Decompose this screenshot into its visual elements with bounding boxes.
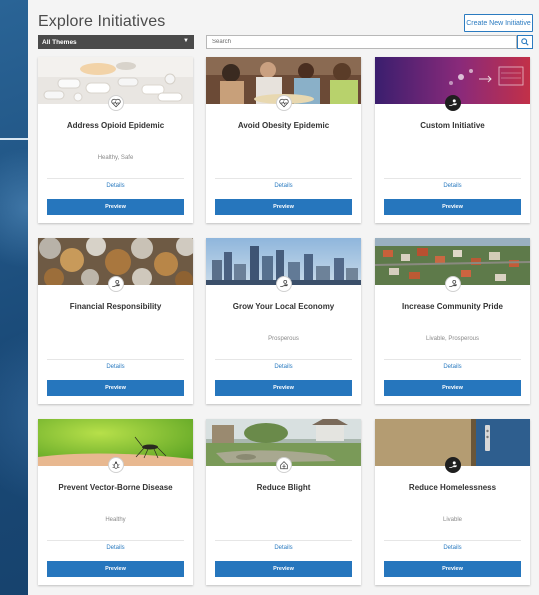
card-divider — [384, 178, 521, 179]
details-link[interactable]: Details — [38, 183, 193, 189]
preview-button[interactable]: Preview — [215, 199, 352, 215]
card-tags: Livable — [442, 517, 462, 523]
hand-money-icon — [108, 276, 124, 292]
preview-button[interactable]: Preview — [47, 199, 184, 215]
card-divider — [384, 359, 521, 360]
create-new-initiative-button[interactable]: Create New Initiative — [464, 14, 533, 32]
theme-dropdown-value: All Themes — [42, 38, 77, 46]
details-link[interactable]: Details — [375, 364, 530, 370]
details-link[interactable]: Details — [38, 364, 193, 370]
preview-button[interactable]: Preview — [47, 380, 184, 396]
initiatives-panel: Explore Initiatives Create New Initiativ… — [28, 0, 539, 595]
card-title: Grow Your Local Economy — [232, 302, 335, 311]
card-divider — [47, 359, 184, 360]
card-divider — [47, 178, 184, 179]
card-divider — [215, 359, 352, 360]
house-icon — [276, 457, 292, 473]
initiative-card-custom-initiative: Custom Initiative Details Preview — [375, 57, 530, 223]
preview-button[interactable]: Preview — [215, 561, 352, 577]
details-link[interactable]: Details — [375, 183, 530, 189]
card-title: Increase Community Pride — [402, 302, 503, 311]
card-divider — [215, 540, 352, 541]
page-header: Explore Initiatives Create New Initiativ… — [38, 13, 533, 33]
card-title: Financial Responsibility — [69, 302, 162, 311]
hand-care-icon — [445, 457, 461, 473]
details-link[interactable]: Details — [206, 364, 361, 370]
heart-pulse-icon — [108, 95, 124, 111]
search-button[interactable] — [517, 35, 533, 49]
card-tags: Healthy — [105, 517, 126, 523]
card-divider — [384, 540, 521, 541]
initiative-card-avoid-obesity-epidemic: Avoid Obesity Epidemic Details Preview — [206, 57, 361, 223]
preview-button[interactable]: Preview — [384, 561, 521, 577]
initiative-card-grow-your-local-economy: Grow Your Local Economy Prosperous Detai… — [206, 238, 361, 404]
initiative-card-reduce-homelessness: Reduce Homelessness Livable Details Prev… — [375, 419, 530, 585]
details-link[interactable]: Details — [375, 545, 530, 551]
heart-pulse-icon — [276, 95, 292, 111]
card-title: Custom Initiative — [420, 121, 485, 130]
card-tags: Healthy, Safe — [97, 155, 134, 161]
hand-money-icon — [276, 276, 292, 292]
search-icon — [521, 38, 529, 46]
backdrop-divider — [0, 138, 28, 140]
search-input[interactable] — [206, 35, 517, 49]
card-divider — [47, 540, 184, 541]
details-link[interactable]: Details — [206, 183, 361, 189]
details-link[interactable]: Details — [206, 545, 361, 551]
card-title: Address Opioid Epidemic — [66, 121, 165, 130]
card-title: Reduce Homelessness — [408, 483, 497, 492]
card-tags: Prosperous — [268, 336, 299, 342]
search-bar — [206, 35, 533, 49]
hand-money-icon — [445, 276, 461, 292]
preview-button[interactable]: Preview — [215, 380, 352, 396]
caret-down-icon: ▼ — [183, 38, 189, 44]
card-title: Prevent Vector-Borne Disease — [58, 483, 173, 492]
page-title: Explore Initiatives — [38, 13, 166, 30]
card-title: Reduce Blight — [256, 483, 311, 492]
theme-dropdown[interactable]: All Themes ▼ — [38, 35, 194, 49]
card-tags: Livable, Prosperous — [425, 336, 480, 342]
card-title: Avoid Obesity Epidemic — [237, 121, 330, 130]
initiative-card-address-opioid-epidemic: Address Opioid Epidemic Healthy, Safe De… — [38, 57, 193, 223]
card-divider — [215, 178, 352, 179]
preview-button[interactable]: Preview — [384, 199, 521, 215]
initiative-card-reduce-blight: Reduce Blight Details Preview — [206, 419, 361, 585]
initiative-card-prevent-vector-borne-disease: Prevent Vector-Borne Disease Healthy Det… — [38, 419, 193, 585]
bug-icon — [108, 457, 124, 473]
preview-button[interactable]: Preview — [47, 561, 184, 577]
details-link[interactable]: Details — [38, 545, 193, 551]
hand-care-icon — [445, 95, 461, 111]
initiative-card-increase-community-pride: Increase Community Pride Livable, Prospe… — [375, 238, 530, 404]
preview-button[interactable]: Preview — [384, 380, 521, 396]
initiative-card-financial-responsibility: Financial Responsibility Details Preview — [38, 238, 193, 404]
